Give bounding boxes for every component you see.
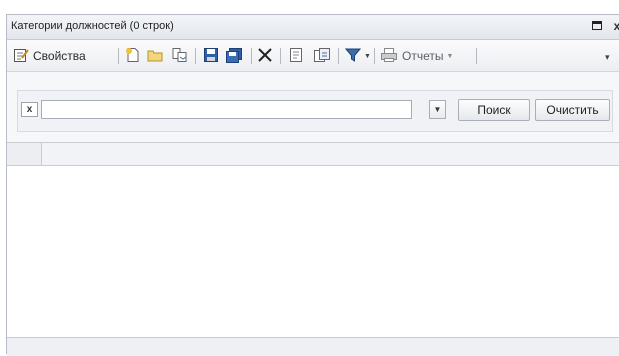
- search-button[interactable]: Поиск: [458, 99, 530, 121]
- delete-button[interactable]: [257, 47, 273, 65]
- row-indicator-header: [7, 143, 42, 165]
- clear-search-icon[interactable]: x: [21, 102, 38, 117]
- folder-button[interactable]: [147, 47, 163, 65]
- new-button[interactable]: [125, 47, 141, 65]
- clear-button[interactable]: Очистить: [535, 99, 610, 121]
- title-bar: Категории должностей (0 строк) x: [7, 15, 619, 40]
- restore-icon[interactable]: [591, 19, 603, 33]
- print-icon: [380, 47, 398, 66]
- close-icon[interactable]: x: [611, 19, 619, 33]
- save-button[interactable]: [203, 47, 219, 65]
- save-all-icon: [225, 47, 243, 66]
- edit-icon: [288, 47, 304, 66]
- copy-icon: [171, 47, 189, 66]
- properties-icon: [13, 47, 29, 66]
- reports-button[interactable]: Отчеты ▼: [380, 47, 453, 65]
- save-icon: [203, 47, 219, 66]
- search-dropdown-button[interactable]: ▼: [429, 100, 446, 119]
- grid-header: [7, 142, 619, 166]
- filter-icon: [344, 47, 362, 66]
- delete-icon: [257, 47, 273, 66]
- search-input[interactable]: [41, 100, 412, 119]
- reports-dropdown-icon: ▼: [446, 52, 454, 60]
- properties-button[interactable]: Свойства: [13, 47, 86, 65]
- search-field[interactable]: [42, 101, 411, 118]
- save-all-button[interactable]: [225, 47, 243, 65]
- export-button[interactable]: [313, 47, 331, 65]
- properties-label: Свойства: [33, 49, 86, 63]
- toolbar: Свойства ▼ Отчеты ▼ ▾: [7, 40, 619, 72]
- filter-dropdown-icon: ▼: [364, 52, 371, 60]
- grid-body[interactable]: [7, 166, 619, 336]
- reports-label: Отчеты: [402, 49, 444, 63]
- filter-button[interactable]: ▼: [344, 47, 371, 66]
- copy-button[interactable]: [171, 47, 189, 65]
- edit-button[interactable]: [288, 47, 304, 65]
- window: Категории должностей (0 строк) x Свойств…: [6, 14, 619, 356]
- folder-icon: [147, 47, 163, 66]
- window-title: Категории должностей (0 строк): [11, 20, 174, 32]
- export-icon: [313, 47, 331, 66]
- chevron-down-icon: ▼: [433, 105, 442, 114]
- toolbar-overflow-icon[interactable]: ▾: [605, 52, 610, 63]
- new-icon: [125, 47, 141, 66]
- status-bar: [7, 337, 619, 356]
